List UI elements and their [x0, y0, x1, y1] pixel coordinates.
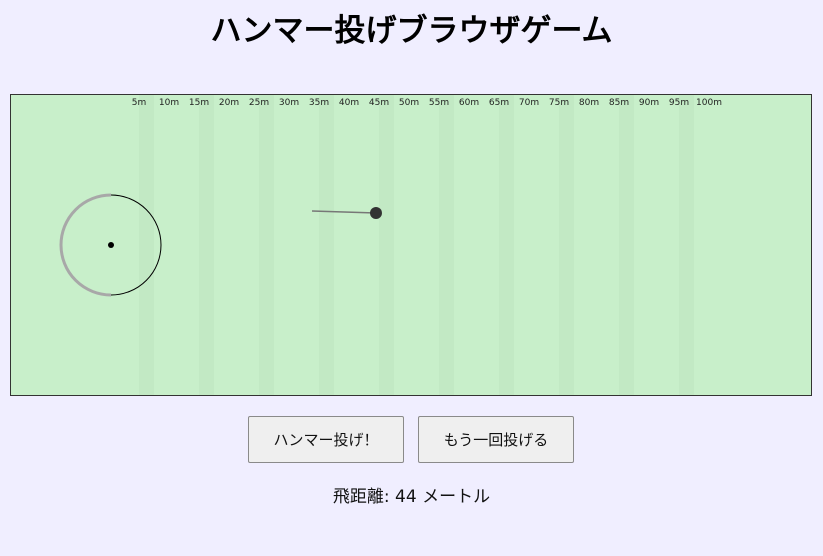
- distance-label: 75m: [549, 98, 569, 108]
- distance-label: 5m: [132, 98, 147, 108]
- distance-label: 95m: [669, 98, 689, 108]
- field-stripe: [619, 95, 634, 395]
- distance-label: 30m: [279, 98, 299, 108]
- distance-label: 85m: [609, 98, 629, 108]
- distance-label: 70m: [519, 98, 539, 108]
- field-stripe: [259, 95, 274, 395]
- throw-button[interactable]: ハンマー投げ！: [248, 416, 404, 463]
- distance-label: 10m: [159, 98, 179, 108]
- hammer-ball: [370, 207, 382, 219]
- field-stripes: [139, 95, 694, 395]
- distance-label: 35m: [309, 98, 329, 108]
- distance-label: 50m: [399, 98, 419, 108]
- game-field[interactable]: 5m 10m 15m 20m 25m 30m 35m 40m 45m 50m 55m 60m 65m 70…: [10, 94, 812, 396]
- retry-button[interactable]: もう一回投げる: [418, 416, 574, 463]
- distance-label: 60m: [459, 98, 479, 108]
- field-stripe: [319, 95, 334, 395]
- distance-label: 25m: [249, 98, 269, 108]
- distance-label: 100m: [696, 98, 722, 108]
- distance-label: 90m: [639, 98, 659, 108]
- field-stripe: [499, 95, 514, 395]
- field-stripe: [559, 95, 574, 395]
- field-stripe: [139, 95, 154, 395]
- field-stripe: [379, 95, 394, 395]
- thrower-dot: [108, 242, 114, 248]
- page-title: ハンマー投げブラウザゲーム: [210, 13, 613, 49]
- field-canvas[interactable]: 5m 10m 15m 20m 25m 30m 35m 40m 45m 50m 55m 60m 65m 70…: [11, 95, 811, 395]
- distance-label: 40m: [339, 98, 359, 108]
- distance-result: 飛距離: 44 メートル: [332, 487, 491, 507]
- distance-label: 45m: [369, 98, 389, 108]
- field-stripe: [439, 95, 454, 395]
- field-stripe: [199, 95, 214, 395]
- distance-label: 65m: [489, 98, 509, 108]
- throwing-circle-used-arc: [59, 193, 112, 297]
- distance-label: 20m: [219, 98, 239, 108]
- distance-label: 55m: [429, 98, 449, 108]
- distance-label: 15m: [189, 98, 209, 108]
- field-stripe: [679, 95, 694, 395]
- distance-label: 80m: [579, 98, 599, 108]
